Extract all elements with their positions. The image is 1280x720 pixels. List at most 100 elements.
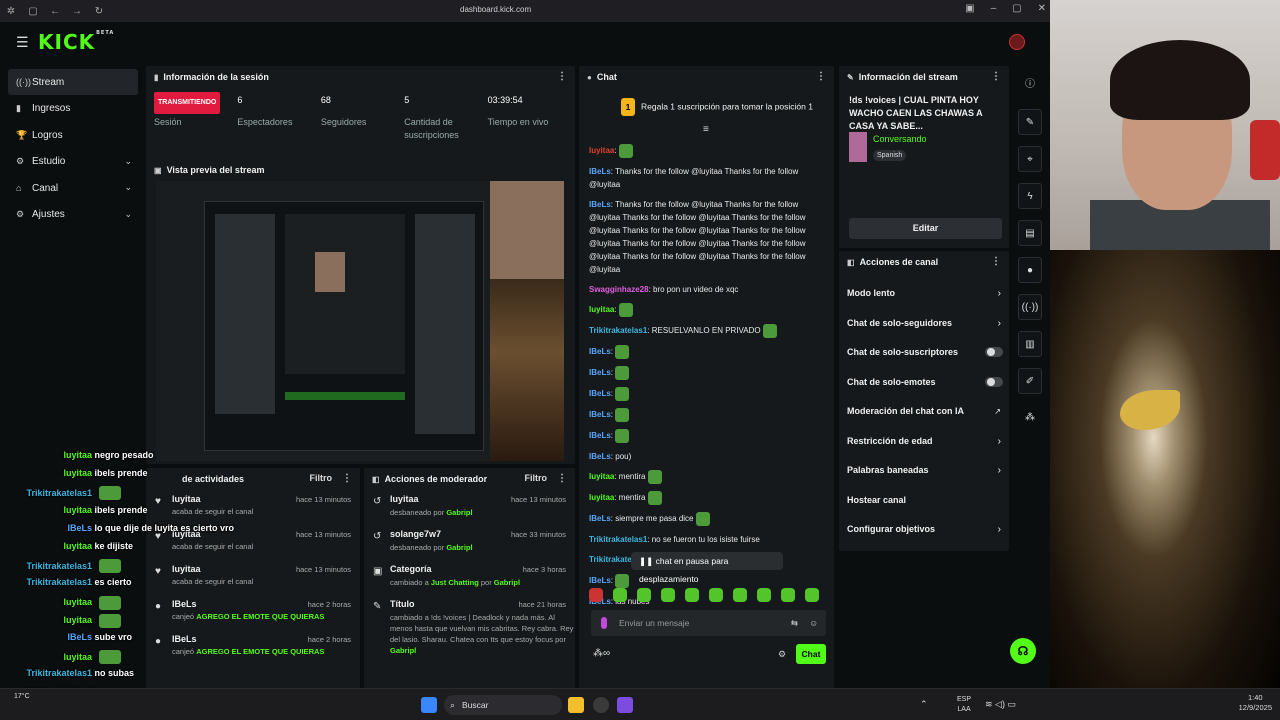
sidebar-item-ajustes[interactable]: ⚙ Ajustes ⌄	[8, 202, 138, 228]
filter-icon[interactable]: ≡	[703, 124, 709, 135]
chat-username[interactable]: luyitaa	[589, 472, 614, 481]
sidebar-item-canal[interactable]: ⌂ Canal ⌄	[8, 175, 138, 201]
kick-logo[interactable]: KICKBETA	[38, 30, 114, 54]
microphone-icon[interactable]	[601, 617, 607, 629]
sidebar-toggle-icon[interactable]: ▢	[22, 6, 44, 17]
info-icon[interactable]: ⓘ	[1018, 72, 1042, 98]
reader-icon[interactable]: ▣	[965, 3, 974, 14]
chat-username[interactable]: luyitaa	[589, 146, 614, 155]
chat-username[interactable]: IBeLs	[589, 347, 611, 356]
pinned-sub-goal[interactable]: 1 Regala 1 suscripción para tomar la posi…	[621, 98, 813, 116]
chat-username[interactable]: IBeLs	[589, 452, 611, 461]
emoji-icon[interactable]: ☺	[809, 610, 818, 636]
apps-icon[interactable]: ⁂	[1018, 405, 1042, 431]
pencil-icon[interactable]: ✎	[1018, 109, 1042, 135]
channel-action-item[interactable]: Chat de solo-seguidores ›	[839, 311, 1009, 341]
channel-action-item[interactable]: Palabras baneadas ›	[839, 458, 1009, 488]
mod-action-item[interactable]: ↺ luyitaa desbaneado por Gabripl hace 13 mi…	[364, 490, 575, 525]
mod-action-item[interactable]: ▣ Categoría cambiado a Just Chatting por G…	[364, 560, 575, 595]
tray-chevron-icon[interactable]: ⌃	[920, 699, 928, 710]
sidebar-item-logros[interactable]: 🏆 Logros	[8, 122, 138, 148]
stream-preview-video[interactable]	[156, 181, 564, 461]
channel-action-item[interactable]: Modo lento ›	[839, 281, 1009, 311]
channel-action-item[interactable]: Chat de solo-emotes	[839, 370, 1009, 400]
more-options-icon[interactable]: ⋮	[991, 256, 1001, 267]
translate-icon[interactable]: ⇆	[791, 610, 798, 636]
document-icon[interactable]: ▤	[1018, 220, 1042, 246]
settings-icon[interactable]: ✲	[0, 6, 22, 17]
activity-filter-button[interactable]: Filtro	[310, 473, 333, 483]
channel-action-item[interactable]: Chat de solo-suscriptores	[839, 340, 1009, 370]
wrench-icon[interactable]: ✐	[1018, 368, 1042, 394]
chat-username[interactable]: IBeLs	[589, 200, 611, 209]
chat-username[interactable]: IBeLs	[589, 514, 611, 523]
emote-icon[interactable]	[757, 588, 771, 602]
chat-paused-banner[interactable]: ❚❚ chat en pausa para desplazamiento	[631, 552, 783, 584]
channel-action-item[interactable]: Configurar objetivos ›	[839, 517, 1009, 547]
channel-action-item[interactable]: Moderación del chat con IA ↗	[839, 399, 1009, 429]
emote-icon[interactable]	[733, 588, 747, 602]
layout-icon[interactable]: ▥	[1018, 331, 1042, 357]
emote-icon[interactable]	[709, 588, 723, 602]
chat-username[interactable]: IBeLs	[589, 410, 611, 419]
chat-bubble-icon[interactable]: ●	[1018, 257, 1042, 283]
back-icon[interactable]: ←	[44, 6, 66, 17]
chat-username[interactable]: IBeLs	[589, 368, 611, 377]
emote-icon[interactable]	[589, 588, 603, 602]
weather-widget[interactable]: 17°C	[14, 693, 30, 700]
browser-icon[interactable]	[617, 697, 633, 713]
language-indicator[interactable]: ESP LAA	[957, 695, 971, 715]
more-options-icon[interactable]: ⋮	[557, 473, 567, 484]
mod-filter-button[interactable]: Filtro	[525, 473, 548, 483]
loyalty-points-icon[interactable]: ⁂∞	[593, 648, 610, 659]
broadcast-icon[interactable]: ((·))	[1018, 294, 1042, 320]
chat-username[interactable]: IBeLs	[589, 389, 611, 398]
channel-action-item[interactable]: Hostear canal	[839, 488, 1009, 518]
more-options-icon[interactable]: ⋮	[342, 473, 352, 484]
bolt-icon[interactable]: ϟ	[1018, 183, 1042, 209]
chat-username[interactable]: Swagginhaze28	[589, 285, 649, 294]
reload-icon[interactable]: ↻	[88, 6, 110, 17]
chat-username[interactable]: Trikitrakatelas1	[589, 326, 647, 335]
obs-icon[interactable]	[593, 697, 609, 713]
user-avatar[interactable]	[1009, 34, 1025, 50]
emote-icon[interactable]	[685, 588, 699, 602]
emote-icon[interactable]	[661, 588, 675, 602]
crop-icon[interactable]: ⌖	[1018, 146, 1042, 172]
sidebar-item-estudio[interactable]: ⚙ Estudio ⌄	[8, 149, 138, 175]
channel-action-item[interactable]: Restricción de edad ›	[839, 429, 1009, 459]
emote-icon[interactable]	[781, 588, 795, 602]
file-explorer-icon[interactable]	[568, 697, 584, 713]
toggle-switch[interactable]	[985, 376, 1003, 387]
chat-username[interactable]: Trikitrakatelas1	[589, 535, 647, 544]
forward-icon[interactable]: →	[66, 6, 88, 17]
toggle-switch[interactable]	[985, 347, 1003, 357]
stream-category[interactable]: Conversando	[873, 134, 927, 144]
help-headset-icon[interactable]: ☊	[1010, 638, 1036, 664]
menu-icon[interactable]: ☰	[16, 34, 29, 51]
more-options-icon[interactable]: ⋮	[816, 71, 826, 82]
taskbar-search[interactable]: ⌕ Buscar	[444, 695, 562, 715]
close-button[interactable]: ✕	[1038, 3, 1046, 14]
chat-username[interactable]: luyitaa	[589, 305, 614, 314]
windows-start-icon[interactable]	[421, 697, 437, 713]
more-options-icon[interactable]: ⋮	[557, 71, 567, 82]
clock[interactable]: 1:40 12/9/2025	[1239, 693, 1272, 713]
chat-send-button[interactable]: Chat	[796, 644, 826, 664]
maximize-button[interactable]: ▢	[1012, 3, 1021, 14]
edit-button[interactable]: Editar	[849, 218, 1002, 239]
chat-username[interactable]: IBeLs	[589, 431, 611, 440]
chat-username[interactable]: IBeLs	[589, 576, 611, 585]
sidebar-item-ingresos[interactable]: ▮ Ingresos	[8, 96, 138, 122]
wifi-icon[interactable]: ≋ ◁) ▭	[985, 699, 1016, 710]
mod-action-item[interactable]: ↺ solange7w7 desbaneado por Gabripl hace 33…	[364, 525, 575, 560]
emote-icon[interactable]	[805, 588, 819, 602]
chat-username[interactable]: IBeLs	[589, 167, 611, 176]
emote-icon[interactable]	[613, 588, 627, 602]
minimize-button[interactable]: –	[991, 3, 997, 14]
more-options-icon[interactable]: ⋮	[991, 71, 1001, 82]
chat-username[interactable]: luyitaa	[589, 493, 614, 502]
address-bar[interactable]: dashboard.kick.com	[460, 5, 531, 14]
chat-settings-icon[interactable]: ⚙	[778, 649, 786, 660]
chat-input[interactable]: Enviar un mensaje ⇆ ☺	[591, 610, 826, 636]
